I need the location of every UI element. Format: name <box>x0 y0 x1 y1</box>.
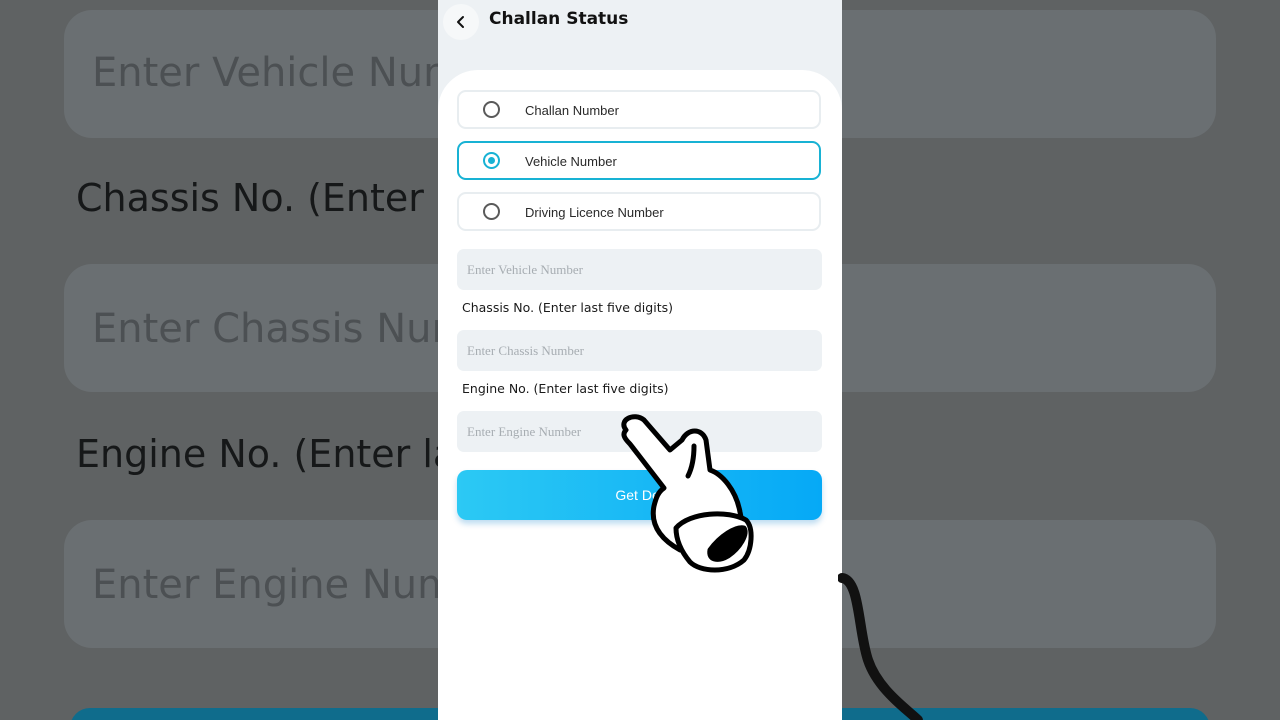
bg-vehicle-placeholder: Enter Vehicle Numb <box>92 50 488 96</box>
bg-chassis-label: Chassis No. (Enter l <box>76 176 447 220</box>
option-label: Challan Number <box>525 103 619 118</box>
option-label: Vehicle Number <box>525 154 617 169</box>
page-title: Challan Status <box>489 9 629 29</box>
bg-engine-label: Engine No. (Enter la <box>76 432 457 476</box>
bg-chassis-placeholder: Enter Chassis Numb <box>92 306 496 352</box>
option-challan-number[interactable]: Challan Number <box>457 90 821 129</box>
chassis-number-input[interactable]: Enter Chassis Number <box>457 330 822 371</box>
radio-button-selected[interactable] <box>483 152 500 169</box>
option-label: Driving Licence Number <box>525 205 664 220</box>
radio-button[interactable] <box>483 101 500 118</box>
vehicle-number-placeholder: Enter Vehicle Number <box>467 262 583 277</box>
chevron-left-icon <box>457 16 464 28</box>
option-vehicle-number[interactable]: Vehicle Number <box>457 141 821 180</box>
chassis-label: Chassis No. (Enter last five digits) <box>462 300 673 315</box>
engine-number-placeholder: Enter Engine Number <box>467 424 582 439</box>
vehicle-number-input[interactable]: Enter Vehicle Number <box>457 249 822 290</box>
option-driving-licence-number[interactable]: Driving Licence Number <box>457 192 821 231</box>
radio-button[interactable] <box>483 203 500 220</box>
engine-label: Engine No. (Enter last five digits) <box>462 381 669 396</box>
decorative-stroke <box>838 573 923 720</box>
phone-screen: Challan Status Challan Number Vehicle Nu… <box>438 0 842 720</box>
bg-engine-placeholder: Enter Engine Numb <box>92 562 482 608</box>
pointing-hand-icon <box>621 414 754 573</box>
chassis-number-placeholder: Enter Chassis Number <box>467 343 584 358</box>
back-button[interactable] <box>443 4 479 40</box>
